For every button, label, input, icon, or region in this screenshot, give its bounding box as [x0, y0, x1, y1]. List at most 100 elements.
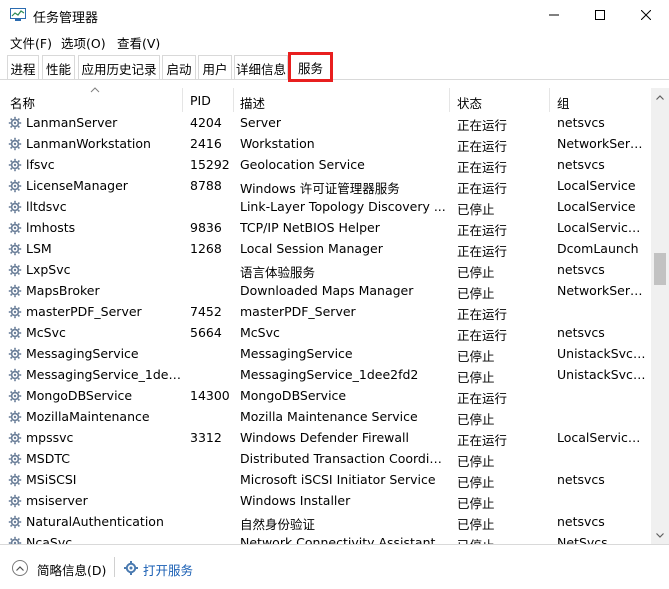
tab-bar: 进程 性能 应用历史记录 启动 用户 详细信息 服务: [0, 52, 669, 82]
tab-performance[interactable]: 性能: [42, 55, 75, 79]
table-row[interactable]: LicenseManager 8788 Windows 许可证管理器服务 正在运行 Lo…: [0, 176, 651, 197]
column-group[interactable]: 组: [550, 88, 651, 112]
service-status: 正在运行: [457, 244, 508, 259]
maximize-button[interactable]: [577, 0, 623, 30]
column-description[interactable]: 描述: [234, 88, 450, 112]
table-row[interactable]: mpssvc 3312 Windows Defender Firewall 正在运行 L…: [0, 428, 651, 449]
service-status: 正在运行: [457, 307, 508, 322]
service-gear-icon: [8, 179, 22, 193]
table-row[interactable]: MongoDBService 14300 MongoDBService 正在运行: [0, 386, 651, 407]
table-row[interactable]: MapsBroker Downloaded Maps Manager 已停止 Netw…: [0, 281, 651, 302]
table-row[interactable]: MozillaMaintenance Mozilla Maintenance Se…: [0, 407, 651, 428]
service-status: 已停止: [457, 496, 495, 511]
service-gear-icon: [8, 305, 22, 319]
service-description: Network Connectivity Assistant: [240, 535, 436, 544]
fewer-details-link[interactable]: 简略信息(D): [37, 560, 106, 579]
service-name: McSvc: [26, 325, 66, 340]
tab-services[interactable]: 服务: [288, 52, 333, 82]
vertical-scrollbar[interactable]: [651, 88, 669, 544]
service-description: Workstation: [240, 136, 315, 151]
service-gear-icon: [8, 116, 22, 130]
service-status: 已停止: [457, 370, 495, 385]
service-status: 已停止: [457, 517, 495, 532]
service-name: NcaSvc: [26, 535, 73, 544]
service-pid: 7452: [190, 304, 222, 319]
service-group: DcomLaunch: [557, 241, 639, 256]
service-group: netsvcs: [557, 115, 605, 130]
service-name: lfsvc: [26, 157, 55, 172]
table-row[interactable]: LSM 1268 Local Session Manager 正在运行 DcomLaun…: [0, 239, 651, 260]
minimize-button[interactable]: [531, 0, 577, 30]
tab-users[interactable]: 用户: [198, 55, 232, 79]
open-services-link[interactable]: 打开服务: [143, 560, 193, 579]
service-pid: 8788: [190, 178, 222, 193]
gear-services-icon[interactable]: [123, 560, 139, 576]
service-gear-icon: [8, 410, 22, 424]
tab-startup[interactable]: 启动: [162, 55, 196, 79]
tab-processes[interactable]: 进程: [7, 55, 39, 79]
service-pid: 2416: [190, 136, 222, 151]
service-gear-icon: [8, 242, 22, 256]
table-row[interactable]: McSvc 5664 McSvc 正在运行 netsvcs: [0, 323, 651, 344]
table-row[interactable]: LxpSvc 语言体验服务 已停止 netsvcs: [0, 260, 651, 281]
column-pid[interactable]: PID: [183, 88, 234, 112]
table-row[interactable]: lfsvc 15292 Geolocation Service 正在运行 netsvcs: [0, 155, 651, 176]
service-group: UnistackSvcG...: [557, 367, 647, 382]
service-status: 已停止: [457, 475, 495, 490]
table-row[interactable]: NcaSvc Network Connectivity Assistant 已停止 N…: [0, 533, 651, 544]
service-status: 正在运行: [457, 433, 508, 448]
table-row[interactable]: MessagingService MessagingService 已停止 Unist…: [0, 344, 651, 365]
service-pid: 14300: [190, 388, 230, 403]
table-row[interactable]: LanmanWorkstation 2416 Workstation 正在运行 Netw…: [0, 134, 651, 155]
service-description: Server: [240, 115, 281, 130]
service-description: masterPDF_Server: [240, 304, 356, 319]
service-name: lmhosts: [26, 220, 76, 235]
menu-view[interactable]: 查看(V): [117, 33, 160, 52]
scroll-down-button[interactable]: [651, 526, 669, 544]
service-gear-icon: [8, 158, 22, 172]
service-status: 正在运行: [457, 160, 508, 175]
service-status: 正在运行: [457, 391, 508, 406]
service-gear-icon: [8, 368, 22, 382]
table-row[interactable]: msiserver Windows Installer 已停止: [0, 491, 651, 512]
table-row[interactable]: MessagingService_1dee... MessagingService…: [0, 365, 651, 386]
service-description: TCP/IP NetBIOS Helper: [240, 220, 380, 235]
service-status: 正在运行: [457, 139, 508, 154]
service-name: MapsBroker: [26, 283, 100, 298]
service-description: Mozilla Maintenance Service: [240, 409, 418, 424]
menu-options[interactable]: 选项(O): [61, 33, 106, 52]
service-group: LocalService: [557, 178, 636, 193]
footer-bar: 简略信息(D) 打开服务: [0, 544, 669, 589]
service-name: MozillaMaintenance: [26, 409, 150, 424]
sort-ascending-icon: [90, 87, 100, 93]
tab-app-history[interactable]: 应用历史记录: [78, 55, 160, 79]
close-icon: [641, 10, 651, 20]
table-row[interactable]: lltdsvc Link-Layer Topology Discovery ...…: [0, 197, 651, 218]
service-gear-icon: [8, 347, 22, 361]
service-status: 已停止: [457, 349, 495, 364]
service-description: 语言体验服务: [240, 265, 316, 280]
tab-details[interactable]: 详细信息: [234, 55, 288, 79]
table-row[interactable]: masterPDF_Server 7452 masterPDF_Server 正在运行: [0, 302, 651, 323]
table-row[interactable]: MSiSCSI Microsoft iSCSI Initiator Service…: [0, 470, 651, 491]
service-group: netsvcs: [557, 472, 605, 487]
table-row[interactable]: LanmanServer 4204 Server 正在运行 netsvcs: [0, 113, 651, 134]
service-status: 已停止: [457, 535, 547, 544]
service-name: LicenseManager: [26, 178, 128, 193]
close-button[interactable]: [623, 0, 669, 30]
table-row[interactable]: MSDTC Distributed Transaction Coordina...…: [0, 449, 651, 470]
service-pid: 9836: [190, 220, 222, 235]
service-group: UnistackSvcG...: [557, 346, 647, 361]
scroll-up-button[interactable]: [651, 88, 669, 106]
fewer-details-button[interactable]: [12, 560, 28, 576]
chevron-down-icon: [656, 532, 664, 538]
service-group: netsvcs: [557, 514, 605, 529]
menu-file[interactable]: 文件(F): [10, 33, 52, 52]
service-pid: 5664: [190, 325, 222, 340]
table-row[interactable]: lmhosts 9836 TCP/IP NetBIOS Helper 正在运行 Loca…: [0, 218, 651, 239]
table-row[interactable]: NaturalAuthentication 自然身份验证 已停止 netsvcs: [0, 512, 651, 533]
service-description: MongoDBService: [240, 388, 347, 403]
column-status[interactable]: 状态: [450, 88, 550, 112]
service-description: MessagingService_1dee2fd2: [240, 367, 419, 382]
scroll-thumb[interactable]: [654, 253, 666, 285]
